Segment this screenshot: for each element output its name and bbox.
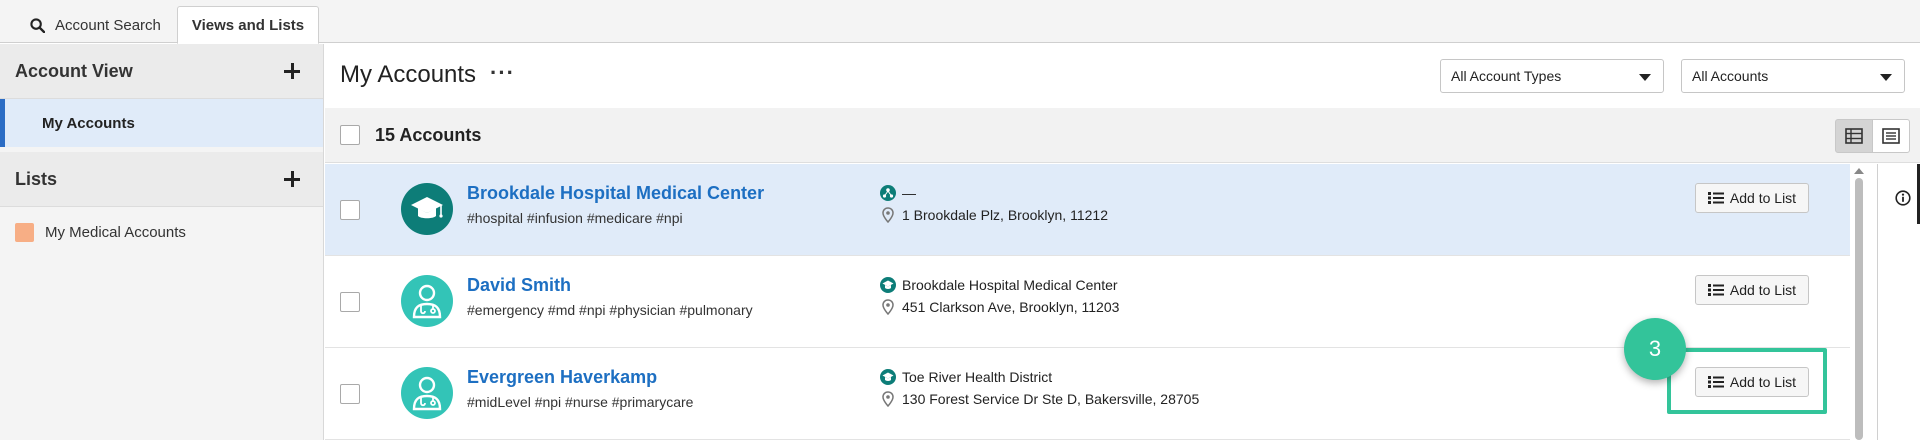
affiliation-text: Toe River Health District [902, 369, 1053, 385]
row-checkbox[interactable] [340, 292, 360, 312]
add-account-view-icon[interactable] [283, 62, 301, 80]
search-icon [30, 17, 45, 33]
lists-title: Lists [15, 168, 58, 189]
account-name-link[interactable]: Brookdale Hospital Medical Center [467, 183, 764, 204]
add-list-icon[interactable] [283, 170, 301, 188]
accounts-count: 15 Accounts [375, 125, 482, 145]
more-options-icon[interactable]: ··· [490, 62, 515, 84]
affiliation-text: — [902, 185, 916, 201]
list-item[interactable]: Evergreen Haverkamp #midLevel #npi #nurs… [325, 348, 1850, 440]
doctor-icon [412, 284, 442, 319]
graduation-cap-icon [880, 277, 896, 293]
graduation-cap-icon [411, 197, 443, 219]
account-affiliation: Brookdale Hospital Medical Center [880, 277, 1118, 293]
address-text: 130 Forest Service Dr Ste D, Bakersville… [902, 391, 1200, 407]
sidebar-item-label: My Accounts [42, 114, 135, 132]
address-text: 1 Brookdale Plz, Brooklyn, 11212 [902, 207, 1108, 223]
info-panel-toggle [1877, 164, 1920, 440]
account-view-header: Account View [0, 44, 323, 99]
accounts-count-bar: 15 Accounts [325, 108, 1920, 163]
account-types-value: All Account Types [1451, 68, 1562, 84]
list-icon [1707, 284, 1724, 296]
location-pin-icon [880, 299, 896, 315]
add-to-list-label: Add to List [1729, 282, 1797, 298]
tab-account-search[interactable]: Account Search [16, 6, 175, 44]
account-affiliation: — [880, 185, 916, 201]
tab-account-search-label: Account Search [55, 16, 161, 34]
tab-views-and-lists[interactable]: Views and Lists [177, 6, 319, 44]
step-highlight-frame [1667, 348, 1827, 414]
add-to-list-button[interactable]: Add to List [1695, 275, 1809, 305]
step-number-badge: 3 [1624, 318, 1686, 380]
table-view-icon [1845, 128, 1863, 144]
list-view-icon [1882, 128, 1900, 144]
list-item[interactable]: David Smith #emergency #md #npi #physici… [325, 256, 1850, 348]
location-pin-icon [880, 391, 896, 407]
address-text: 451 Clarkson Ave, Brooklyn, 11203 [902, 299, 1120, 315]
vertical-scrollbar[interactable] [1852, 164, 1866, 440]
table-view-button[interactable] [1835, 119, 1873, 153]
caret-down-icon [1639, 74, 1651, 81]
network-icon [880, 185, 896, 201]
account-view-title: Account View [15, 60, 133, 81]
list-color-swatch [15, 222, 34, 242]
account-address: 451 Clarkson Ave, Brooklyn, 11203 [880, 299, 1119, 315]
account-tags: #midLevel #npi #nurse #primarycare [467, 394, 694, 410]
account-avatar [401, 183, 453, 235]
info-icon[interactable] [1895, 190, 1911, 206]
account-tags: #hospital #infusion #medicare #npi [467, 210, 683, 226]
add-to-list-button[interactable]: Add to List [1695, 183, 1809, 213]
sidebar: Account View My Accounts Lists My Medica… [0, 44, 324, 440]
scrollbar-thumb[interactable] [1855, 178, 1863, 440]
lists-header: Lists [0, 152, 323, 207]
caret-down-icon [1880, 74, 1892, 81]
list-item[interactable]: Brookdale Hospital Medical Center #hospi… [325, 164, 1850, 256]
accounts-list: Brookdale Hospital Medical Center #hospi… [325, 164, 1850, 440]
accounts-scope-value: All Accounts [1692, 68, 1769, 84]
account-address: 1 Brookdale Plz, Brooklyn, 11212 [880, 207, 1108, 223]
tab-views-and-lists-label: Views and Lists [191, 16, 305, 34]
list-view-button[interactable] [1872, 119, 1910, 153]
account-name-link[interactable]: Evergreen Haverkamp [467, 367, 657, 388]
scroll-up-arrow-icon[interactable] [1854, 168, 1864, 174]
account-tags: #emergency #md #npi #physician #pulmonar… [467, 302, 753, 318]
account-affiliation: Toe River Health District [880, 369, 1052, 385]
accounts-scope-select[interactable]: All Accounts [1681, 59, 1905, 93]
page-title: My Accounts [340, 61, 477, 88]
account-avatar [401, 275, 453, 327]
title-row: My Accounts ··· All Account Types All Ac… [325, 44, 1920, 108]
account-name-link[interactable]: David Smith [467, 275, 571, 296]
add-to-list-label: Add to List [1729, 190, 1797, 206]
row-checkbox[interactable] [340, 384, 360, 404]
row-checkbox[interactable] [340, 200, 360, 220]
list-icon [1707, 192, 1724, 204]
sidebar-item-my-medical-accounts[interactable]: My Medical Accounts [0, 207, 323, 257]
sidebar-item-my-accounts[interactable]: My Accounts [0, 99, 323, 147]
location-pin-icon [880, 207, 896, 223]
top-tab-bar: Account Search Views and Lists [0, 0, 1920, 44]
account-types-select[interactable]: All Account Types [1440, 59, 1664, 93]
affiliation-text: Brookdale Hospital Medical Center [902, 277, 1118, 293]
account-address: 130 Forest Service Dr Ste D, Bakersville… [880, 391, 1199, 407]
account-avatar [401, 367, 453, 419]
list-item-label: My Medical Accounts [45, 223, 186, 241]
graduation-cap-icon [880, 369, 896, 385]
doctor-icon [412, 376, 442, 411]
select-all-checkbox[interactable] [340, 125, 360, 145]
